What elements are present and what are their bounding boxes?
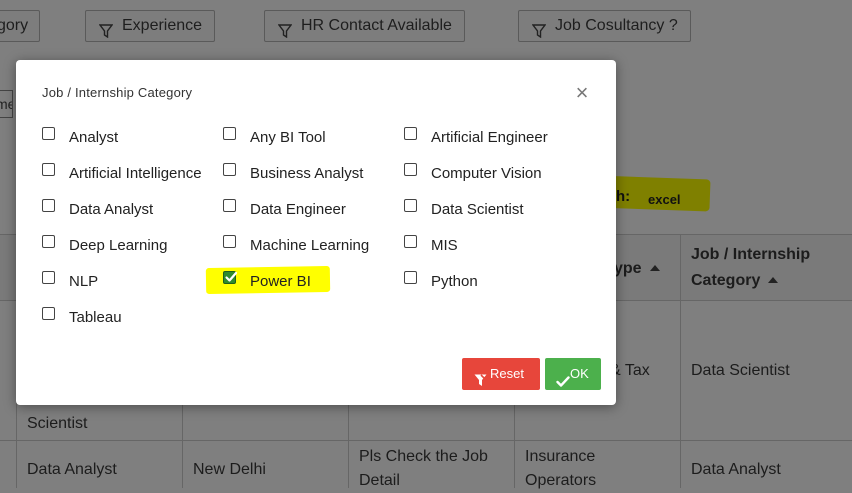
option-label: Analyst: [69, 129, 119, 146]
option-label: Data Analyst: [69, 201, 154, 218]
option-label: MIS: [431, 237, 458, 254]
table-cell: Data Analyst: [691, 461, 781, 478]
checkbox[interactable]: [223, 127, 236, 140]
checkbox[interactable]: [42, 199, 55, 212]
sort-asc-icon: [768, 277, 779, 283]
column-header-category-line1: Job / Internship: [691, 246, 811, 263]
sort-asc-icon: [649, 265, 660, 271]
table-cell: Pls Check the Job Detail: [359, 445, 488, 493]
category-filter-label: gory: [0, 17, 29, 34]
partial-filter-label: me: [0, 96, 12, 112]
checkbox[interactable]: [223, 163, 236, 176]
checkmark-icon: [556, 368, 570, 400]
job-consultancy-filter-button[interactable]: Job Cosultancy ?: [518, 10, 691, 42]
option-label: Machine Learning: [250, 237, 370, 254]
close-icon[interactable]: ×: [574, 82, 590, 104]
ok-button[interactable]: OK: [545, 358, 601, 390]
checkbox[interactable]: [404, 235, 417, 248]
option-label: Data Engineer: [250, 201, 346, 218]
column-header-category-line2-wrap: Category: [691, 268, 810, 294]
column-header-type[interactable]: ype: [614, 256, 660, 282]
checkbox[interactable]: [42, 127, 55, 140]
option-label: Artificial Intelligence: [69, 165, 202, 182]
option-label: Power BI: [250, 273, 311, 290]
checkmark-icon: [225, 271, 238, 282]
table-cell-line: Insurance: [525, 448, 596, 465]
search-input[interactable]: excel: [648, 192, 681, 207]
checkbox[interactable]: [223, 235, 236, 248]
table-cell: Insurance Operators: [525, 445, 596, 493]
reset-label: Reset: [490, 366, 524, 381]
column-header-category-line2: Category: [691, 272, 761, 289]
filter-reset-icon: [474, 367, 487, 399]
table-cell: Data Scientist: [691, 362, 790, 379]
checkbox[interactable]: [223, 199, 236, 212]
filter-icon: [531, 19, 547, 49]
table-cell: Data Analyst: [27, 461, 117, 478]
checkbox[interactable]: [42, 163, 55, 176]
hr-contact-filter-label: HR Contact Available: [301, 17, 452, 34]
table-border: [0, 440, 852, 441]
dialog-title: Job / Internship Category: [42, 85, 193, 100]
checkbox-checked[interactable]: [223, 271, 238, 284]
table-cell: Scientist: [27, 415, 88, 432]
partial-filter-button[interactable]: me: [0, 90, 13, 118]
option-label: Computer Vision: [431, 165, 542, 182]
table-cell-line: Pls Check the Job: [359, 448, 488, 465]
table-cell-line: Detail: [359, 472, 400, 489]
checkbox[interactable]: [42, 271, 55, 284]
ok-label: OK: [570, 366, 589, 381]
checkbox[interactable]: [404, 127, 417, 140]
option-label: Artificial Engineer: [431, 129, 548, 146]
category-filter-button[interactable]: gory: [0, 10, 40, 42]
hr-contact-filter-button[interactable]: HR Contact Available: [264, 10, 465, 42]
option-label: Deep Learning: [69, 237, 168, 254]
column-divider: [680, 234, 681, 488]
table-cell-line: Operators: [525, 472, 597, 489]
option-label: Data Scientist: [431, 201, 524, 218]
checkbox[interactable]: [42, 235, 55, 248]
search-label: h:: [616, 188, 631, 205]
reset-button[interactable]: Reset: [462, 358, 540, 390]
option-label: NLP: [69, 273, 99, 290]
option-label: Tableau: [69, 309, 122, 326]
filter-icon: [98, 19, 114, 49]
checkbox[interactable]: [42, 307, 55, 320]
option-label: Any BI Tool: [250, 129, 326, 146]
column-header-category[interactable]: Job / Internship Category: [691, 242, 810, 294]
option-label: Business Analyst: [250, 165, 364, 182]
checkbox[interactable]: [404, 199, 417, 212]
column-header-type-label: ype: [614, 260, 642, 277]
checkbox[interactable]: [404, 271, 417, 284]
option-label: Python: [431, 273, 478, 290]
experience-filter-button[interactable]: Experience: [85, 10, 216, 42]
job-consultancy-filter-label: Job Cosultancy ?: [555, 17, 678, 34]
table-cell: New Delhi: [193, 461, 266, 478]
experience-filter-label: Experience: [122, 17, 203, 34]
filter-icon: [277, 19, 293, 49]
checkbox[interactable]: [404, 163, 417, 176]
category-filter-dialog: Job / Internship Category × Analyst Any …: [16, 60, 616, 405]
